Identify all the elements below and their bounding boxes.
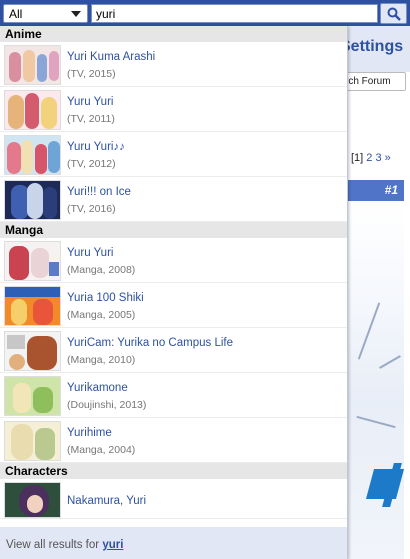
result-item-anime[interactable]: Yuru Yuri (TV, 2011) <box>0 87 347 132</box>
thumbnail-image <box>4 241 61 281</box>
view-all-query: yuri <box>102 539 124 551</box>
result-item-anime[interactable]: Yuri Kuma Arashi (TV, 2015) <box>0 42 347 87</box>
search-bar: All <box>0 0 410 26</box>
rank-bar: #1 <box>348 180 404 201</box>
thumbnail-image <box>4 421 61 461</box>
result-meta: (Manga, 2005) <box>67 309 136 321</box>
result-meta: (TV, 2015) <box>67 68 116 80</box>
result-title: Yuru Yuri <box>67 247 114 259</box>
result-item-manga[interactable]: Yuria 100 Shiki (Manga, 2005) <box>0 283 347 328</box>
thumbnail-image <box>4 376 61 416</box>
screen: Settings rch Forum [1] 2 3 » #1 All Anim… <box>0 0 410 559</box>
result-meta: (Manga, 2008) <box>67 264 136 276</box>
settings-heading[interactable]: Settings <box>340 38 403 56</box>
result-title: Nakamura, Yuri <box>67 495 147 507</box>
section-header-characters: Characters <box>0 463 347 479</box>
section-header-manga: Manga <box>0 222 347 238</box>
result-item-manga[interactable]: Yuru Yuri (Manga, 2008) <box>0 238 347 283</box>
result-meta: (Doujinshi, 2013) <box>67 399 147 411</box>
result-meta: (Manga, 2004) <box>67 444 136 456</box>
thumbnail-image <box>4 45 61 85</box>
search-results-dropdown: Anime Yuri Kuma Arashi (TV, 2015) Yuru Y… <box>0 26 348 559</box>
thumbnail-image <box>4 286 61 326</box>
result-meta: (TV, 2016) <box>67 203 116 215</box>
page-link-2[interactable]: 2 <box>366 152 372 164</box>
result-item-character[interactable]: Nakamura, Yuri <box>0 479 347 519</box>
result-title: Yurikamone <box>67 382 128 394</box>
section-header-anime: Anime <box>0 26 347 42</box>
result-title: Yuri!!! on Ice <box>67 186 131 198</box>
view-all-prefix: View all results for <box>6 539 100 551</box>
rank-label: #1 <box>384 183 398 197</box>
chevron-down-icon <box>71 11 81 17</box>
view-all-results-link[interactable]: View all results for yuri <box>0 527 347 559</box>
result-title: Yuria 100 Shiki <box>67 292 144 304</box>
thumbnail-image <box>4 482 61 518</box>
result-title: Yuri Kuma Arashi <box>67 51 156 63</box>
result-meta: (Manga, 2010) <box>67 354 136 366</box>
thumbnail-image <box>4 90 61 130</box>
result-title: YuriCam: Yurika no Campus Life <box>67 337 233 349</box>
pagination: [1] 2 3 » <box>351 152 391 164</box>
page-link-3[interactable]: 3 <box>375 152 381 164</box>
result-item-anime[interactable]: Yuru Yuri♪♪ (TV, 2012) <box>0 132 347 177</box>
category-value: All <box>9 7 23 21</box>
result-item-anime[interactable]: Yuri!!! on Ice (TV, 2016) <box>0 177 347 222</box>
thumbnail-image <box>4 135 61 175</box>
result-meta: (TV, 2011) <box>67 113 115 125</box>
result-title: Yuru Yuri <box>67 96 114 108</box>
category-select[interactable]: All <box>3 4 88 23</box>
thumbnail-image <box>4 180 61 220</box>
search-icon <box>387 7 401 21</box>
result-title: Yurihime <box>67 427 112 439</box>
result-item-manga[interactable]: Yurihime (Manga, 2004) <box>0 418 347 463</box>
background-artwork <box>348 201 405 559</box>
search-button[interactable] <box>380 3 407 24</box>
result-title: Yuru Yuri♪♪ <box>67 141 125 153</box>
result-meta: (TV, 2012) <box>67 158 116 170</box>
result-item-manga[interactable]: Yurikamone (Doujinshi, 2013) <box>0 373 347 418</box>
search-input[interactable] <box>91 4 378 23</box>
result-item-manga[interactable]: YuriCam: Yurika no Campus Life (Manga, 2… <box>0 328 347 373</box>
thumbnail-image <box>4 331 61 371</box>
next-page-link[interactable]: » <box>385 152 391 164</box>
current-page: [1] <box>351 152 364 164</box>
